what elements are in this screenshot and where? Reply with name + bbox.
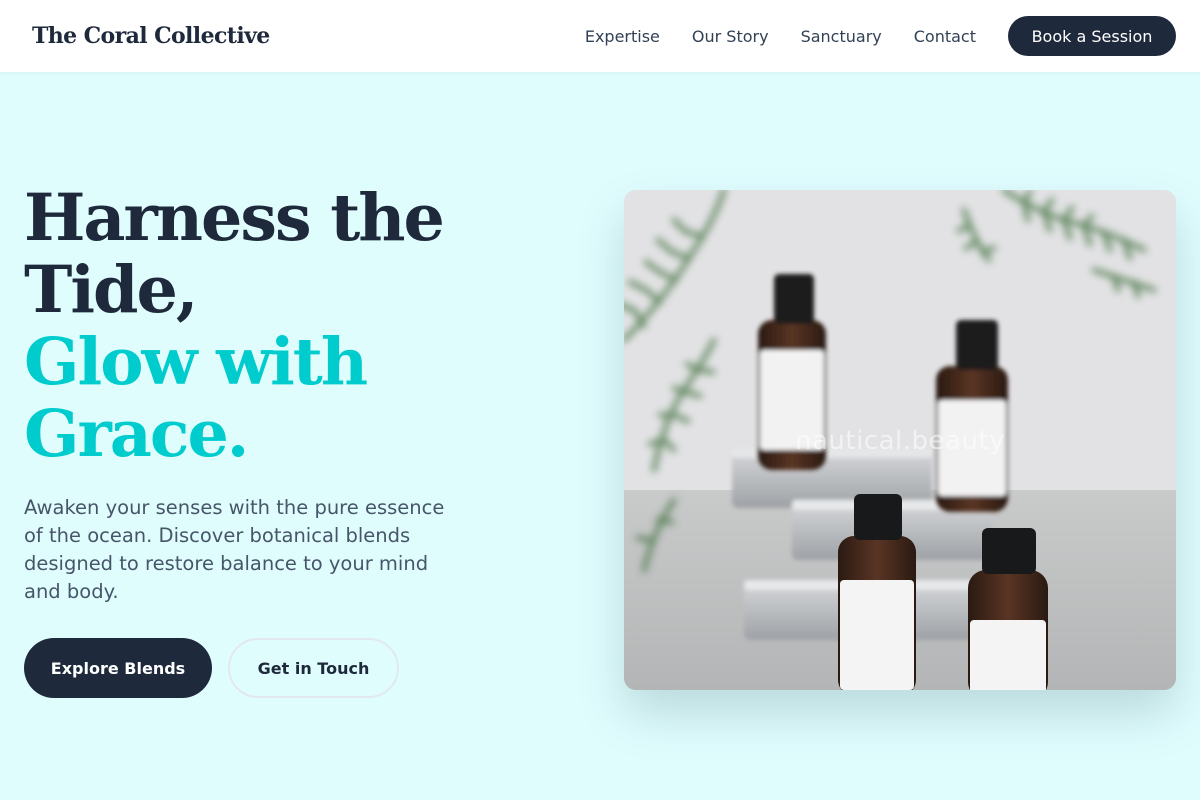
hero-accent-line-1: Glow with (24, 324, 368, 400)
hero-product-image: nautical.beauty (624, 190, 1176, 690)
image-watermark: nautical.beauty (794, 426, 1005, 456)
book-session-button[interactable]: Book a Session (1008, 16, 1176, 56)
navbar: The Coral Collective Expertise Our Story… (0, 0, 1200, 72)
brand-logo[interactable]: The Coral Collective (32, 23, 270, 49)
get-in-touch-button[interactable]: Get in Touch (228, 638, 399, 698)
hero-description: Awaken your senses with the pure essence… (24, 496, 445, 603)
explore-blends-button[interactable]: Explore Blends (24, 638, 212, 698)
nav-link-contact[interactable]: Contact (914, 27, 976, 46)
nav-link-our-story[interactable]: Our Story (692, 27, 769, 46)
hero-accent-line-2: Grace. (24, 396, 249, 472)
nav-link-sanctuary[interactable]: Sanctuary (801, 27, 882, 46)
hero-title-line-2: Tide, (24, 252, 199, 328)
hero-title-line-1: Harness the (24, 180, 445, 256)
nav-menu: Expertise Our Story Sanctuary Contact Bo… (585, 16, 1176, 56)
nav-link-expertise[interactable]: Expertise (585, 27, 660, 46)
hero-title: Harness the Tide, Glow with Grace. (24, 182, 544, 470)
